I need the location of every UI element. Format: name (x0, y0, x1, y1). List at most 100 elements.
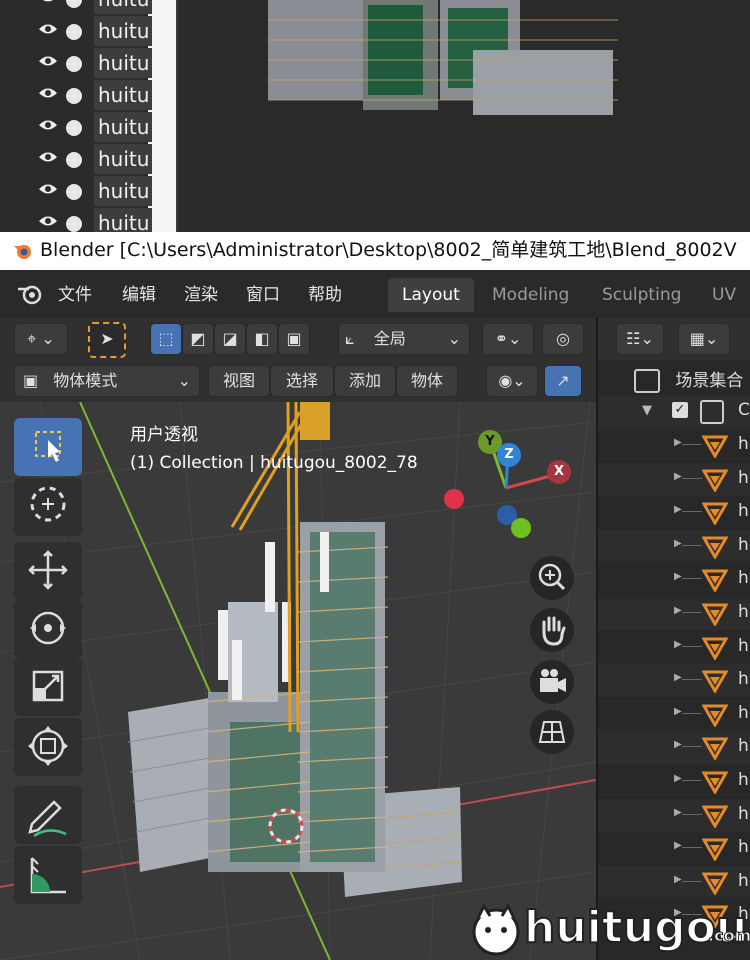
collection-row[interactable]: ▼ ✓ C (598, 396, 750, 429)
expand-triangle-icon[interactable]: ▶ (674, 437, 682, 448)
outliner-object-row[interactable]: ▶ hu (598, 429, 750, 462)
visibility-dropdown[interactable]: ◉⌄ (486, 365, 538, 397)
tool-move[interactable] (14, 542, 82, 600)
menu-render[interactable]: 渲染 (184, 280, 218, 305)
outliner-object-row[interactable]: ▶ hu (598, 832, 750, 865)
select-mode-invert[interactable]: ◧ (246, 323, 278, 355)
zoom-button[interactable] (530, 556, 574, 600)
eye-icon (39, 88, 57, 98)
select-tool-toggle[interactable]: ➤ (88, 322, 126, 358)
menu-edit[interactable]: 编辑 (122, 280, 156, 305)
outliner-object-row[interactable]: ▶ hu (598, 462, 750, 496)
measure-icon (30, 857, 66, 894)
scene-collection-row[interactable]: 场景集合 (634, 366, 743, 393)
expand-triangle-icon[interactable]: ▶ (674, 672, 682, 683)
old-row-name: huitu (94, 176, 152, 206)
gizmo-toggle[interactable]: ↗ (544, 365, 582, 397)
old-row-name: huitu (94, 80, 152, 110)
tool-measure[interactable] (14, 846, 82, 904)
select-mode-subtract[interactable]: ◪ (214, 323, 246, 355)
expand-triangle-icon[interactable]: ▶ (674, 840, 682, 851)
expand-triangle-icon[interactable]: ▶ (674, 773, 682, 784)
perspective-toggle-button[interactable] (530, 710, 574, 754)
editor-type-dropdown[interactable]: ⌖ ⌄ (14, 323, 68, 355)
tab-modeling[interactable]: Modeling (478, 278, 583, 312)
object-name: hu (738, 635, 750, 656)
hand-icon (542, 616, 566, 646)
transform-orientation-dropdown[interactable]: ⟀ 全局 ⌄ (338, 323, 470, 355)
expand-triangle-icon[interactable]: ▶ (674, 471, 682, 482)
object-name: hu (738, 434, 750, 454)
tool-cursor[interactable] (14, 478, 82, 536)
collection-checkbox[interactable]: ✓ (672, 402, 688, 418)
menu-view[interactable]: 视图 (208, 365, 270, 397)
mode-dropdown[interactable]: ▣ 物体模式 ⌄ (14, 365, 200, 397)
watermark-logo: huitugou .com (468, 900, 750, 960)
select-mode-extend[interactable]: ◩ (182, 323, 214, 355)
expand-triangle-icon[interactable]: ▶ (674, 706, 682, 717)
outliner-object-row[interactable]: ▶ hu (598, 798, 750, 832)
menu-help[interactable]: 帮助 (308, 280, 342, 305)
expand-triangle-icon[interactable]: ▶ (674, 807, 682, 818)
camera-view-button[interactable] (530, 660, 574, 704)
eye-icon (39, 184, 57, 194)
outliner-object-row[interactable]: ▶ hu (598, 563, 750, 596)
menu-add[interactable]: 添加 (334, 365, 396, 397)
old-divider (148, 0, 176, 232)
outliner-object-row[interactable]: ▶ hu (598, 631, 750, 664)
camera-icon (540, 669, 566, 692)
tool-annotate[interactable] (14, 786, 82, 844)
object-name: hu (738, 770, 750, 790)
blender-menu-icon[interactable] (16, 282, 44, 306)
outliner-object-row[interactable]: ▶ hu (598, 597, 750, 630)
3d-cursor-icon (30, 486, 66, 522)
select-mode-intersect[interactable]: ▣ (278, 323, 310, 355)
tab-layout[interactable]: Layout (388, 278, 474, 312)
outliner-display-mode-dropdown[interactable]: ☷⌄ (616, 323, 664, 355)
menu-select[interactable]: 选择 (270, 365, 334, 397)
tree-line (682, 847, 702, 849)
object-mode-icon: ▣ (23, 371, 39, 390)
expand-triangle-icon[interactable]: ▶ (674, 605, 682, 616)
pencil-icon (28, 800, 67, 838)
tool-rotate[interactable] (14, 600, 82, 658)
outliner-object-row[interactable]: ▶ hu (598, 865, 750, 899)
menu-window[interactable]: 窗口 (246, 280, 280, 305)
eye-icon (39, 56, 57, 66)
select-mode-new[interactable]: ⬚ (150, 323, 182, 355)
expand-triangle-icon[interactable]: ▶ (674, 504, 682, 515)
gizmo-z-axis[interactable]: Z (497, 443, 521, 467)
outliner-object-row[interactable]: ▶ hu (598, 496, 750, 529)
outliner-object-row[interactable]: ▶ hu (598, 731, 750, 765)
tab-uv-editing[interactable]: UV E (698, 278, 750, 339)
tree-line (682, 444, 702, 445)
expand-triangle-icon[interactable]: ▶ (674, 739, 682, 750)
expand-triangle-icon[interactable]: ▶ (674, 538, 682, 549)
gizmo-x-axis[interactable]: X (547, 460, 571, 484)
outliner-object-row[interactable]: ▶ hu (598, 698, 750, 731)
pan-button[interactable] (530, 608, 574, 652)
outliner-object-row[interactable]: ▶ hu (598, 765, 750, 798)
outliner-filter-dropdown[interactable]: ▦⌄ (678, 323, 730, 355)
expand-triangle-icon[interactable]: ▶ (674, 874, 682, 885)
eye-icon (39, 152, 57, 162)
mesh-object-icon (702, 670, 728, 694)
tool-scale[interactable] (14, 658, 82, 716)
tool-select-box[interactable] (14, 418, 82, 476)
render-dot-icon (66, 24, 82, 40)
tree-line (682, 544, 702, 546)
object-name: hu (738, 702, 750, 723)
snap-toggle[interactable]: ◎ (542, 323, 584, 355)
expand-triangle-icon[interactable]: ▼ (642, 403, 652, 418)
expand-triangle-icon[interactable]: ▶ (674, 639, 682, 650)
tool-transform[interactable] (14, 718, 82, 776)
menu-object[interactable]: 物体 (396, 365, 458, 397)
3d-viewport[interactable]: Y Z X 用户透视 (1) Collection | huitugou_800… (0, 402, 596, 960)
outliner-object-row[interactable]: ▶ hu (598, 529, 750, 563)
pivot-point-dropdown[interactable]: ⚭⌄ (482, 323, 534, 355)
expand-triangle-icon[interactable]: ▶ (674, 571, 682, 582)
cursor-arrow-icon: ➤ (100, 329, 114, 348)
tab-sculpting[interactable]: Sculpting (588, 278, 695, 312)
menu-file[interactable]: 文件 (58, 280, 92, 305)
outliner-object-row[interactable]: ▶ hu (598, 664, 750, 698)
